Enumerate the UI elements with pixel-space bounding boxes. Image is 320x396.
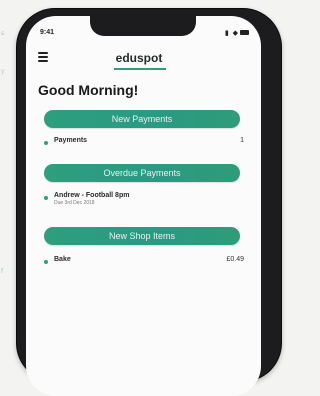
list-item-date: Due 3rd Dec 2018	[54, 200, 95, 206]
list-item-label: Payments	[54, 137, 88, 144]
battery-icon	[240, 30, 249, 35]
overdue-payments-header[interactable]: Overdue Payments	[44, 164, 240, 182]
signal-wifi-icon: ▮ ◆	[224, 30, 239, 37]
list-item-label: Andrew - Football 8pm	[54, 192, 130, 199]
list-item-price: £0.49	[226, 256, 244, 263]
background-text-fragment: f	[1, 268, 4, 275]
bullet-icon	[44, 260, 48, 264]
list-item-label: Bake	[54, 256, 71, 263]
list-item-value: 1	[240, 137, 244, 144]
background-text-fragment: y	[1, 68, 5, 75]
phone-frame: 9:41 ▮ ◆ eduspot Good Morning! New Payme…	[17, 9, 281, 396]
new-shop-items-header[interactable]: New Shop Items	[44, 227, 240, 245]
bullet-icon	[44, 196, 48, 200]
list-item[interactable]: Andrew - Football 8pm Due 3rd Dec 2018	[44, 192, 244, 206]
background-page-text: s y f	[0, 0, 16, 360]
phone-screen: 9:41 ▮ ◆ eduspot Good Morning! New Payme…	[26, 16, 261, 396]
greeting-title: Good Morning!	[38, 82, 139, 98]
bullet-icon	[44, 141, 48, 145]
status-time: 9:41	[40, 29, 55, 36]
hamburger-menu-icon[interactable]	[38, 52, 48, 62]
new-payments-header[interactable]: New Payments	[44, 110, 240, 128]
list-item[interactable]: Bake £0.49	[44, 256, 244, 270]
app-logo: eduspot	[115, 51, 163, 65]
background-text-fragment: s	[1, 30, 5, 37]
logo-underline	[114, 68, 166, 70]
list-item[interactable]: Payments 1	[44, 137, 244, 151]
phone-notch	[90, 16, 196, 36]
